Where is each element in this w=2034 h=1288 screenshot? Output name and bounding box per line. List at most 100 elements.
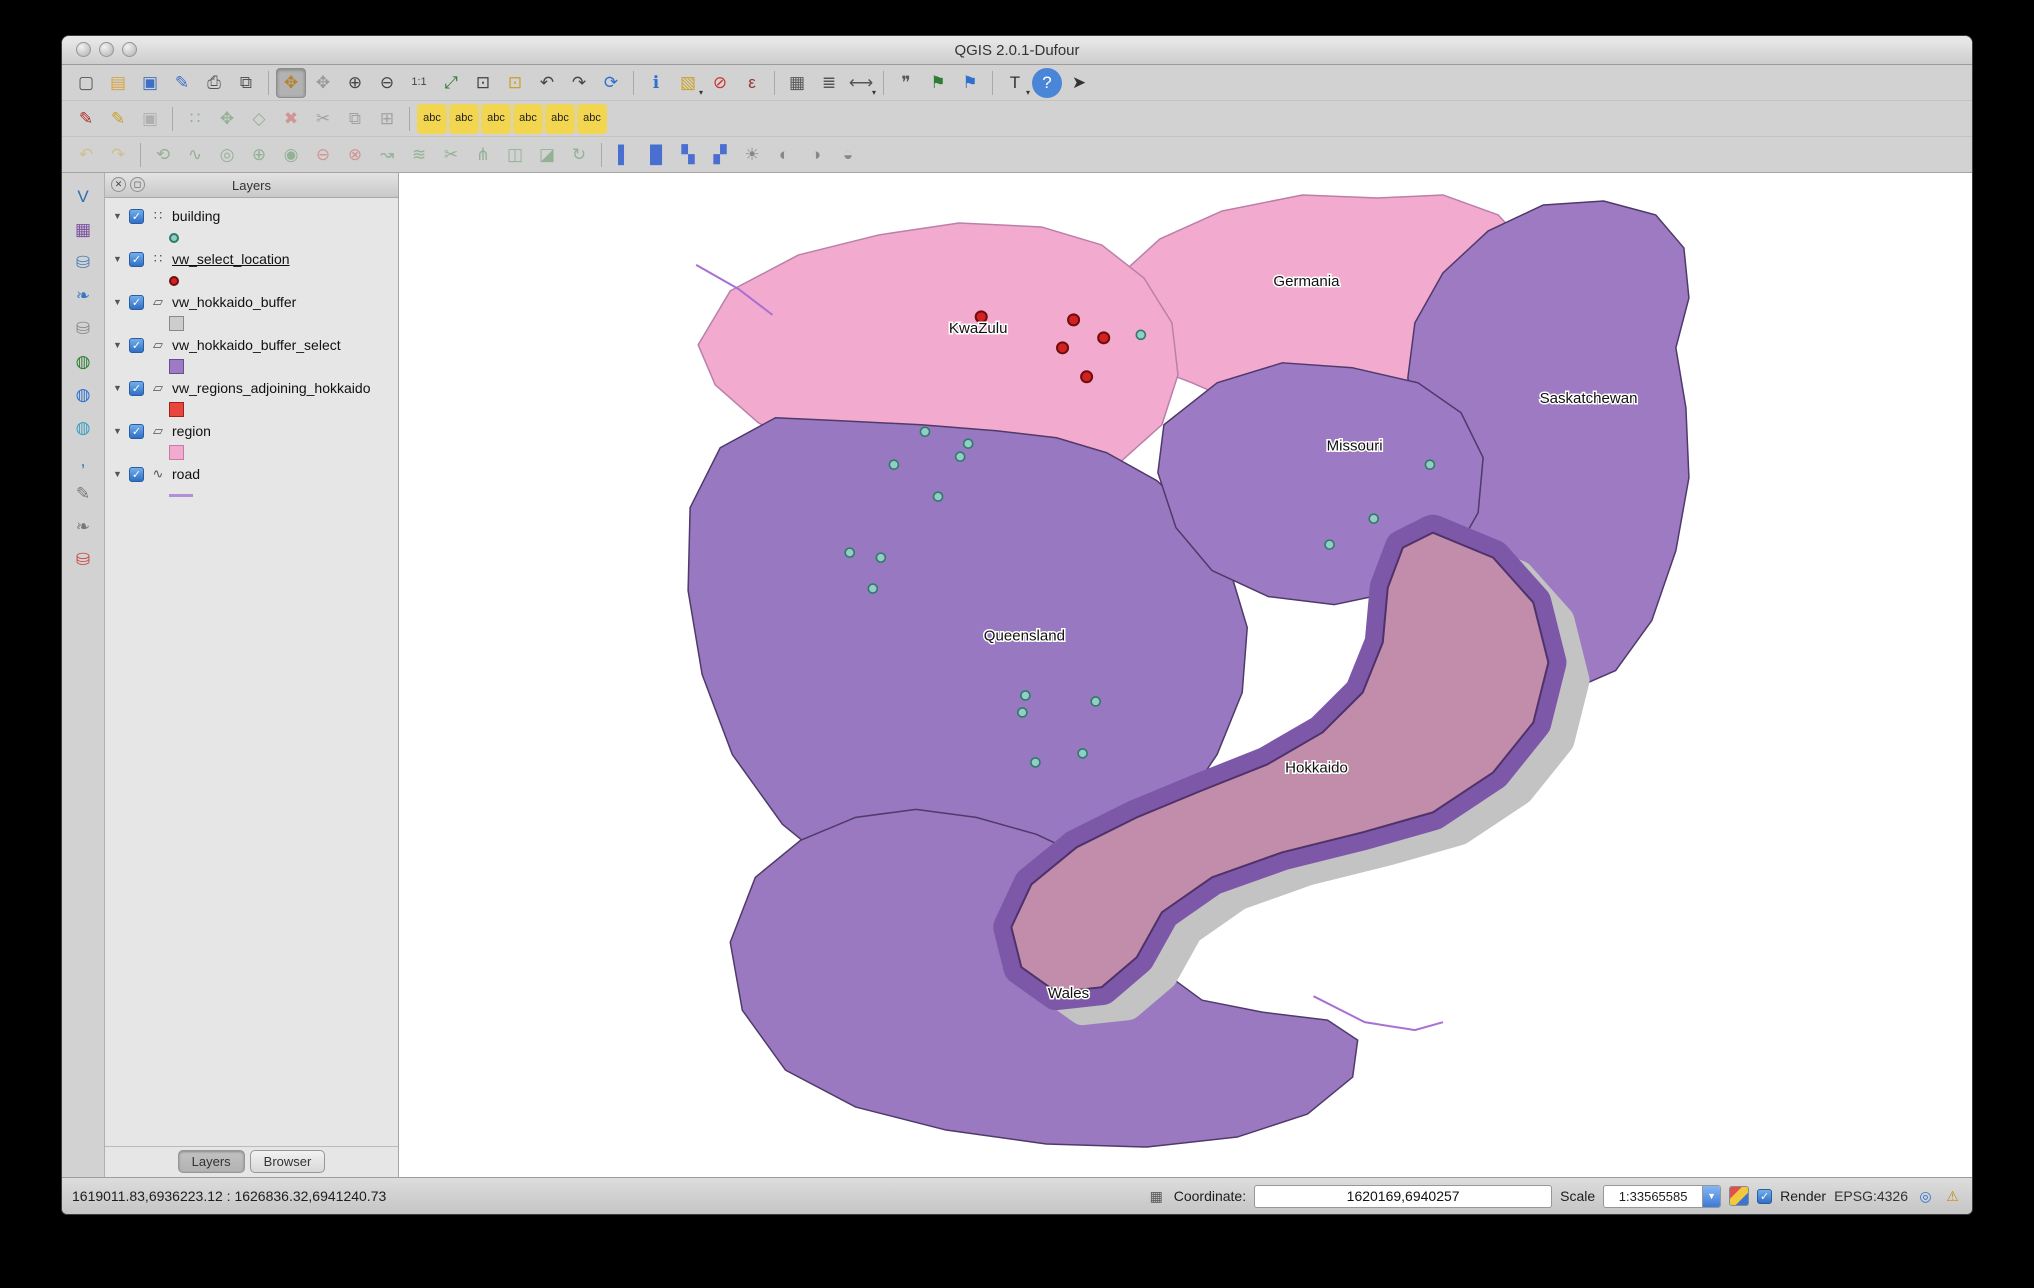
decrease-brightness-icon[interactable]: ◐ — [769, 140, 799, 170]
open-attribute-table-icon[interactable]: ▦ — [782, 68, 812, 98]
tab-browser[interactable]: Browser — [249, 1149, 326, 1173]
label-rotate-icon[interactable]: abc — [545, 103, 575, 134]
minimize-button[interactable] — [99, 42, 114, 57]
stop-rendering-icon[interactable] — [1729, 1186, 1750, 1206]
new-print-composer-icon[interactable]: ⎙ — [199, 68, 229, 98]
layer-name[interactable]: vw_select_location — [172, 251, 290, 267]
zoom-last-icon[interactable]: ↶ — [532, 68, 562, 98]
whats-this-icon[interactable]: ➤ — [1064, 68, 1094, 98]
layer-visibility-checkbox[interactable]: ✓ — [129, 208, 144, 224]
text-annotation-icon[interactable]: T ▾ — [1000, 68, 1030, 98]
label-properties-icon[interactable]: abc — [577, 103, 607, 134]
zoom-full-icon[interactable]: ⤢ — [436, 68, 466, 98]
select-by-expression-icon[interactable]: ε — [737, 68, 767, 98]
map-tips-icon[interactable]: ❞ — [891, 68, 921, 98]
show-bookmarks-icon[interactable]: ⚑ — [955, 68, 985, 98]
pan-to-selection-icon[interactable]: ✥ — [308, 68, 338, 98]
measure-line-icon[interactable]: ⟷ ▾ — [846, 68, 876, 98]
field-calculator-icon[interactable]: ≣ — [814, 68, 844, 98]
expand-triangle-icon[interactable]: ▼ — [113, 254, 123, 264]
layer-item-vw_select_location[interactable]: ▼ ✓ ∷ vw_select_location — [107, 247, 396, 271]
map-canvas[interactable]: KwaZulu Germania Saskatchewan Missouri Queen… — [399, 173, 1972, 1177]
local-histogram-stretch-icon[interactable]: ▌ — [609, 140, 639, 170]
help-contents-icon[interactable]: ? — [1032, 67, 1062, 98]
local-cumulative-cut-stretch-icon[interactable]: ▚ — [673, 140, 703, 170]
layer-name[interactable]: vw_hokkaido_buffer — [172, 294, 296, 310]
add-wfs-layer-icon[interactable]: ◍ — [68, 412, 98, 442]
layer-visibility-checkbox[interactable]: ✓ — [129, 294, 144, 310]
new-shapefile-layer-icon[interactable]: ✎ — [68, 478, 98, 508]
identify-features-icon[interactable]: ℹ — [641, 68, 671, 98]
label-move-icon[interactable]: abc — [513, 103, 543, 134]
select-features-icon[interactable]: ▧ ▾ — [673, 68, 703, 98]
split-features-icon[interactable]: ✂ — [436, 140, 466, 170]
merge-attributes-icon[interactable]: ◪ — [532, 140, 562, 170]
layer-name[interactable]: region — [172, 423, 211, 439]
layer-visibility-checkbox[interactable]: ✓ — [129, 423, 144, 439]
full-cumulative-cut-stretch-icon[interactable]: ▞ — [705, 140, 735, 170]
rotate-point-symbols-icon[interactable]: ↻ — [564, 140, 594, 170]
layer-item-road[interactable]: ▼ ✓ ∿ road — [107, 462, 396, 486]
zoom-to-selection-icon[interactable]: ⊡ — [500, 68, 530, 98]
crs-status-icon[interactable]: ◎ — [1916, 1187, 1935, 1206]
label-pin-unpin-icon[interactable]: abc — [449, 103, 479, 134]
project-save-icon[interactable]: ▣ — [135, 68, 165, 98]
decrease-contrast-icon[interactable]: ◒ — [833, 140, 863, 170]
delete-selected-icon[interactable]: ✖ — [276, 104, 306, 134]
add-wcs-layer-icon[interactable]: ◍ — [68, 379, 98, 409]
add-ring-icon[interactable]: ◎ — [212, 140, 242, 170]
increase-brightness-icon[interactable]: ☀ — [737, 140, 767, 170]
expand-triangle-icon[interactable]: ▼ — [113, 469, 123, 479]
increase-contrast-icon[interactable]: ◑ — [801, 140, 831, 170]
expand-triangle-icon[interactable]: ▼ — [113, 211, 123, 221]
add-postgis-layer-icon[interactable]: ⛁ — [68, 247, 98, 277]
layer-visibility-checkbox[interactable]: ✓ — [129, 337, 144, 353]
cut-features-icon[interactable]: ✂ — [308, 104, 338, 134]
node-tool-icon[interactable]: ◇ — [244, 104, 274, 134]
layer-item-vw_hokkaido_buffer[interactable]: ▼ ✓ ▱ vw_hokkaido_buffer — [107, 290, 396, 314]
panel-float-icon[interactable]: ◻ — [130, 177, 145, 192]
add-mssql-layer-icon[interactable]: ⛁ — [68, 313, 98, 343]
layer-item-vw_regions_adjoining_hokkaido[interactable]: ▼ ✓ ▱ vw_regions_adjoining_hokkaido — [107, 376, 396, 400]
layer-item-vw_hokkaido_buffer_select[interactable]: ▼ ✓ ▱ vw_hokkaido_buffer_select — [107, 333, 396, 357]
layer-name[interactable]: road — [172, 466, 200, 482]
split-parts-icon[interactable]: ⋔ — [468, 140, 498, 170]
reshape-features-icon[interactable]: ↝ — [372, 140, 402, 170]
map-refresh-icon[interactable]: ⟳ — [596, 68, 626, 98]
save-layer-edits-icon[interactable]: ▣ — [135, 104, 165, 134]
new-spatialite-layer-icon[interactable]: ❧ — [68, 511, 98, 541]
panel-close-icon[interactable]: ✕ — [111, 177, 126, 192]
label-show-hide-icon[interactable]: abc — [481, 103, 511, 134]
current-edits-icon[interactable]: ✎ — [71, 104, 101, 134]
zoom-to-layer-icon[interactable]: ⊡ — [468, 68, 498, 98]
zoom-native-icon[interactable]: 1:1 — [404, 68, 434, 98]
add-oracle-layer-icon[interactable]: ⛁ — [68, 544, 98, 574]
add-delimited-text-layer-icon[interactable]: , — [68, 445, 98, 475]
layer-name[interactable]: vw_regions_adjoining_hokkaido — [172, 380, 370, 396]
layer-name[interactable]: building — [172, 208, 220, 224]
add-raster-layer-icon[interactable]: ▦ — [68, 214, 98, 244]
rotate-feature-icon[interactable]: ⟲ — [148, 140, 178, 170]
move-feature-icon[interactable]: ✥ — [212, 104, 242, 134]
delete-part-icon[interactable]: ⊗ — [340, 140, 370, 170]
add-wms-layer-icon[interactable]: ◍ — [68, 346, 98, 376]
zoom-in-icon[interactable]: ⊕ — [340, 68, 370, 98]
scale-combo[interactable]: 1:33565585 ▼ — [1603, 1184, 1722, 1208]
coordinate-input[interactable] — [1254, 1184, 1553, 1208]
expand-triangle-icon[interactable]: ▼ — [113, 383, 123, 393]
extents-toggle-icon[interactable]: ▦ — [1147, 1187, 1166, 1206]
close-button[interactable] — [76, 42, 91, 57]
layer-visibility-checkbox[interactable]: ✓ — [129, 466, 144, 482]
expand-triangle-icon[interactable]: ▼ — [113, 426, 123, 436]
redo-icon[interactable]: ↷ — [103, 140, 133, 170]
toggle-editing-icon[interactable]: ✎ — [103, 104, 133, 134]
add-vector-layer-icon[interactable]: V — [68, 181, 98, 211]
zoom-next-icon[interactable]: ↷ — [564, 68, 594, 98]
add-spatialite-layer-icon[interactable]: ❧ — [68, 280, 98, 310]
full-histogram-stretch-icon[interactable]: █ — [641, 140, 671, 170]
new-bookmark-icon[interactable]: ⚑ — [923, 68, 953, 98]
add-feature-icon[interactable]: ∷ — [180, 104, 210, 134]
merge-features-icon[interactable]: ◫ — [500, 140, 530, 170]
tab-layers[interactable]: Layers — [177, 1149, 245, 1173]
deselect-features-icon[interactable]: ⊘ — [705, 68, 735, 98]
